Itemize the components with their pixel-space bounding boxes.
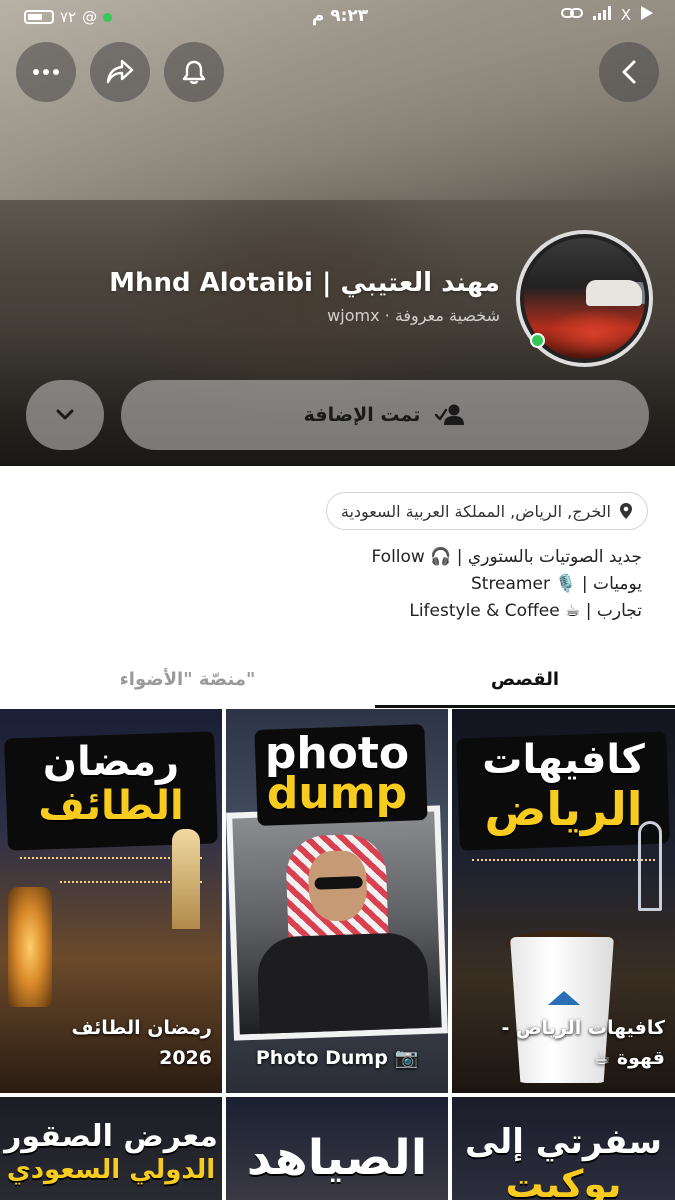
subtitle-separator: ·	[384, 306, 390, 325]
photo-image	[232, 811, 442, 1035]
more-icon	[33, 69, 59, 75]
expand-button[interactable]	[26, 380, 104, 450]
active-tab-underline	[375, 705, 675, 708]
story-title-white: رمضان	[42, 739, 180, 785]
status-bar: ٧٢ @ ٩:٢٣ م X	[0, 0, 675, 36]
story-tile-falcon-exhibition[interactable]: معرض الصقور الدولي السعودي	[0, 1097, 222, 1200]
cup-logo-icon	[548, 991, 580, 1005]
notifications-button[interactable]	[164, 42, 224, 102]
profile-hero: ٧٢ @ ٩:٢٣ م X مهند العتيبي | Mhnd Alotai…	[0, 0, 675, 466]
tab-spotlight[interactable]: منصّة "الأضواء"	[0, 650, 375, 708]
story-title-yellow: الطائف	[38, 783, 184, 829]
lantern-image	[8, 887, 52, 1007]
story-title-white: الصياهد	[246, 1130, 428, 1186]
added-friend-button[interactable]: تمت الإضافة	[121, 380, 649, 450]
profile-tabs: القصص منصّة "الأضواء"	[0, 650, 675, 708]
back-button[interactable]	[599, 42, 659, 102]
status-time: ٩:٢٣ م	[311, 6, 369, 26]
story-caption-line1: رمضان الطائف	[71, 1017, 212, 1039]
string-lights	[472, 859, 655, 861]
avatar-car-white	[586, 280, 642, 306]
bell-icon	[182, 60, 206, 85]
story-caption-line2: قهوة ☕	[593, 1047, 665, 1069]
signal-icon	[592, 6, 611, 24]
bio-line-3: تجارب | ☕ Lifestyle & Coffee	[409, 601, 642, 621]
person-jacket	[256, 931, 431, 1035]
location-pin-icon	[620, 503, 632, 519]
profile-subtitle: شخصية معروفة · wjomx	[327, 306, 500, 325]
photo-card	[226, 805, 448, 1041]
camera-indicator-icon	[103, 12, 113, 22]
story-caption: 📷 Photo Dump	[236, 1043, 438, 1073]
status-right: X	[560, 6, 653, 24]
story-caption-line1: 📷 Photo Dump	[255, 1047, 419, 1069]
story-title-yellow: الدولي السعودي	[6, 1155, 216, 1185]
chevron-down-icon	[56, 409, 74, 420]
location-text: الخرج, الرياض, المملكة العربية السعودية	[340, 501, 611, 521]
tab-stories[interactable]: القصص	[375, 650, 675, 708]
story-caption: كافيهات الرياض - قهوة ☕	[462, 1013, 665, 1073]
minaret-image	[172, 829, 200, 929]
x-label: X	[620, 6, 631, 24]
story-title-yellow: dump	[266, 768, 408, 819]
share-icon	[106, 59, 134, 84]
share-button[interactable]	[90, 42, 150, 102]
story-caption: رمضان الطائف 2026	[10, 1013, 212, 1073]
profile-category: شخصية معروفة	[394, 306, 500, 325]
story-title-white: كافيهات	[482, 737, 645, 783]
story-tile-ramadan-taif[interactable]: رمضان الطائف رمضان الطائف 2026	[0, 709, 222, 1093]
story-title-yellow: بوكيت	[505, 1162, 622, 1200]
kingdom-tower-image	[638, 821, 662, 911]
online-indicator	[530, 333, 545, 348]
story-tile-riyadh-cafes[interactable]: كافيهات الرياض كافيهات الرياض - قهوة ☕	[452, 709, 675, 1093]
story-tile-photo-dump[interactable]: photo dump 📷 Photo Dump	[226, 709, 448, 1093]
at-icon: @	[82, 8, 98, 26]
battery-percent: ٧٢	[60, 8, 77, 26]
chevron-left-icon	[622, 60, 636, 84]
story-tile-alsayahid[interactable]: الصياهد	[226, 1097, 448, 1200]
story-title-white: سفرتي إلى	[465, 1122, 662, 1162]
more-button[interactable]	[16, 42, 76, 102]
location-pill[interactable]: الخرج, الرياض, المملكة العربية السعودية	[325, 492, 648, 530]
story-caption-line2: 2026	[159, 1047, 212, 1069]
status-left: ٧٢ @	[24, 8, 113, 26]
battery-icon	[24, 10, 54, 24]
bio: جديد الصوتيات بالستوري | 🎧 Follow يوميات…	[242, 544, 643, 625]
bio-line-2: يوميات | 🎙️ Streamer	[470, 574, 642, 594]
story-caption-line1: كافيهات الرياض -	[501, 1017, 665, 1039]
profile-name: مهند العتيبي | Mhnd Alotaibi	[109, 268, 500, 298]
person-sunglasses	[314, 876, 363, 890]
play-icon	[641, 6, 653, 24]
profile-username: wjomx	[327, 306, 380, 325]
story-tile-phuket-trip[interactable]: سفرتي إلى بوكيت	[452, 1097, 675, 1200]
added-label: تمت الإضافة	[303, 404, 421, 426]
bio-line-1: جديد الصوتيات بالستوري | 🎧 Follow	[371, 547, 643, 567]
friend-added-icon	[435, 404, 465, 425]
story-title-white: معرض الصقور	[4, 1119, 218, 1154]
link-icon	[560, 6, 583, 24]
